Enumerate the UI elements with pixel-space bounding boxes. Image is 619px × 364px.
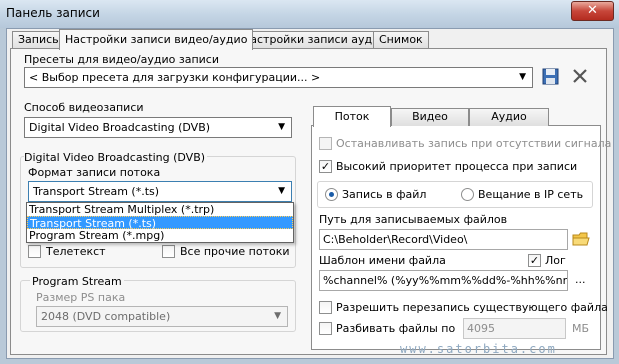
template-browse-button[interactable]: ... [575, 273, 586, 286]
all-other-streams-checkbox[interactable] [162, 245, 175, 258]
tab-stream[interactable]: Поток [313, 106, 391, 127]
tab-video[interactable]: Видео [391, 108, 469, 126]
log-checkbox[interactable]: ✓ [528, 254, 541, 267]
tab-video-audio-settings[interactable]: Настройки записи видео/аудио [59, 29, 254, 50]
stream-format-dropdown: Transport Stream Multiplex (*.trp) Trans… [26, 202, 294, 243]
watermark: www.satorbita.com [400, 342, 557, 356]
split-unit-label: МБ [572, 322, 590, 335]
program-stream-title: Program Stream [30, 275, 124, 288]
presets-value: < Выбор пресета для загрузки конфигураци… [29, 71, 321, 84]
stream-format-label: Формат записи потока [28, 166, 161, 179]
ip-broadcast-label: Вещание в IP сеть [478, 188, 584, 201]
tab-snapshot[interactable]: Снимок [373, 31, 429, 49]
stream-format-select[interactable]: Transport Stream (*.ts) ▼ [28, 181, 292, 202]
record-to-file-label: Запись в файл [342, 188, 427, 201]
presets-label: Пресеты для видео/аудио записи [24, 53, 219, 66]
ps-packet-size-value: 2048 (DVD compatible) [41, 310, 171, 323]
template-input[interactable]: %channel% (%yy%%mm%%dd%-%hh%%nn% [319, 270, 568, 291]
dropdown-option-ts[interactable]: Transport Stream (*.ts) [27, 216, 293, 230]
chevron-down-icon: ▼ [274, 311, 281, 321]
tab-record[interactable]: Запись [12, 31, 65, 49]
video-method-label: Способ видеозаписи [24, 101, 144, 114]
stop-on-no-signal-label: Останавливать запись при отсутствии сигн… [336, 137, 612, 150]
tab-audio[interactable]: Аудио [469, 108, 549, 126]
video-method-select[interactable]: Digital Video Broadcasting (DVB) ▼ [24, 117, 292, 138]
video-method-value: Digital Video Broadcasting (DVB) [29, 121, 211, 134]
high-priority-checkbox[interactable]: ✓ [319, 160, 332, 173]
split-files-checkbox[interactable] [319, 322, 332, 335]
dvb-group-title: Digital Video Broadcasting (DVB) [24, 151, 208, 164]
presets-select[interactable]: < Выбор пресета для загрузки конфигураци… [24, 67, 533, 88]
folder-icon[interactable] [572, 230, 590, 248]
dropdown-option-trp[interactable]: Transport Stream Multiplex (*.trp) [27, 203, 293, 216]
teletext-label: Телетекст [46, 245, 106, 258]
all-other-streams-label: Все прочие потоки [180, 245, 290, 258]
split-size-input[interactable]: 4095 [463, 318, 566, 339]
tab-audio-settings[interactable]: Настройки записи аудио [236, 31, 392, 49]
ip-broadcast-radio[interactable] [461, 188, 474, 201]
high-priority-label: Высокий приоритет процесса при записи [336, 160, 578, 173]
chevron-down-icon: ▼ [278, 186, 285, 196]
template-label: Шаблон имени файла [319, 254, 446, 267]
ps-packet-size-label: Размер PS пака [36, 291, 126, 304]
path-input[interactable]: C:\Beholder\Record\Video\ [319, 229, 568, 250]
chevron-down-icon: ▼ [278, 122, 285, 132]
record-to-file-radio[interactable] [325, 188, 338, 201]
window-title: Панель записи [6, 6, 100, 20]
ps-packet-size-select[interactable]: 2048 (DVD compatible) ▼ [36, 306, 288, 327]
allow-overwrite-checkbox[interactable] [319, 301, 332, 314]
chevron-down-icon: ▼ [519, 72, 526, 82]
split-files-label: Разбивать файлы по [336, 322, 456, 335]
delete-preset-icon[interactable] [570, 66, 590, 86]
stream-format-value: Transport Stream (*.ts) [33, 185, 160, 198]
allow-overwrite-label: Разрешить перезапись существующего файла [336, 301, 608, 314]
close-icon: ✕ [587, 3, 598, 18]
dropdown-option-mpg[interactable]: Program Stream (*.mpg) [27, 229, 293, 242]
path-label: Путь для записываемых файлов [319, 213, 508, 226]
stop-on-no-signal-checkbox[interactable] [319, 137, 332, 150]
log-label: Лог [545, 254, 566, 267]
close-button[interactable]: ✕ [571, 1, 614, 21]
save-preset-icon[interactable] [541, 66, 561, 86]
teletext-checkbox[interactable] [28, 245, 41, 258]
